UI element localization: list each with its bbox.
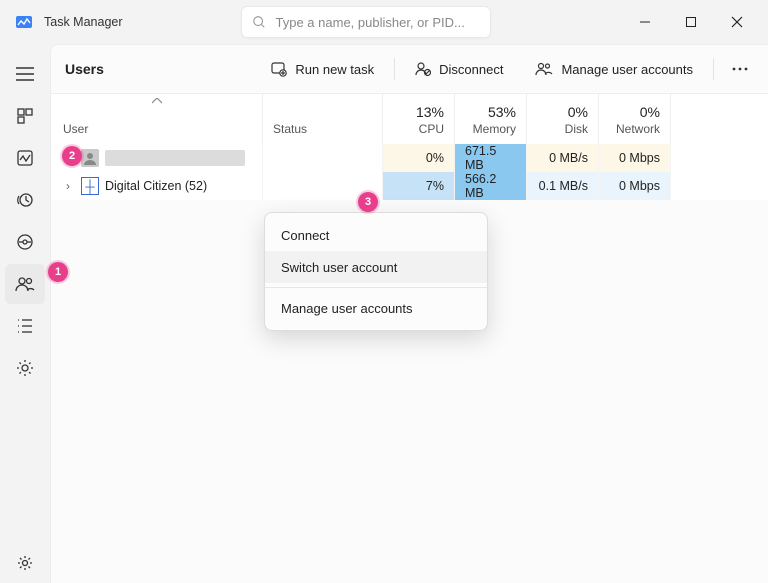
nav-performance[interactable] (5, 138, 45, 178)
titlebar: Task Manager Type a name, publisher, or … (0, 0, 768, 44)
cell-disk: 0.1 MB/s (527, 172, 599, 200)
task-manager-window: Task Manager Type a name, publisher, or … (0, 0, 768, 583)
run-task-icon (271, 61, 287, 77)
menu-manage-users-label: Manage user accounts (281, 301, 413, 316)
settings-button[interactable] (5, 543, 45, 583)
page-title: Users (65, 61, 104, 77)
run-new-task-label: Run new task (295, 62, 374, 77)
users-table: User Status 13% CPU 53% Memory (51, 93, 768, 200)
col-status-label: Status (273, 122, 372, 136)
col-user[interactable]: User (51, 94, 263, 144)
cell-network: 0 Mbps (599, 172, 671, 200)
toolbar: Users Run new task Disconnect (51, 45, 768, 93)
col-network-label: Network (616, 122, 660, 136)
col-disk[interactable]: 0% Disk (527, 94, 599, 144)
username: Digital Citizen (52) (105, 179, 207, 193)
menu-connect[interactable]: Connect (265, 219, 487, 251)
more-icon (732, 67, 748, 71)
col-network[interactable]: 0% Network (599, 94, 671, 144)
manage-user-accounts-button[interactable]: Manage user accounts (523, 51, 705, 87)
memory-total: 53% (488, 104, 516, 120)
nav-services[interactable] (5, 348, 45, 388)
disconnect-label: Disconnect (439, 62, 503, 77)
col-status[interactable]: Status (263, 94, 383, 144)
callout-3: 3 (358, 192, 378, 212)
close-button[interactable] (714, 6, 760, 38)
cell-disk: 0 MB/s (527, 144, 599, 172)
table-header: User Status 13% CPU 53% Memory (51, 94, 768, 144)
toolbar-divider (713, 58, 714, 80)
body: Users Run new task Disconnect (0, 44, 768, 583)
window-controls (622, 6, 760, 38)
expand-icon[interactable]: › (61, 179, 75, 193)
cell-user: ∨ (51, 144, 263, 172)
run-new-task-button[interactable]: Run new task (259, 51, 386, 87)
network-total: 0% (640, 104, 660, 120)
nav-app-history[interactable] (5, 180, 45, 220)
cell-cpu: 7% (383, 172, 455, 200)
cell-cpu: 0% (383, 144, 455, 172)
disconnect-icon (415, 61, 431, 77)
app-title: Task Manager (44, 15, 123, 29)
cell-user: › ┼ Digital Citizen (52) (51, 172, 263, 200)
avatar (81, 149, 99, 167)
menu-switch-user-label: Switch user account (281, 260, 397, 275)
cell-network: 0 Mbps (599, 144, 671, 172)
col-cpu-label: CPU (419, 122, 444, 136)
search-icon (252, 15, 266, 29)
col-disk-label: Disk (565, 122, 588, 136)
users-icon (535, 61, 553, 77)
col-cpu[interactable]: 13% CPU (383, 94, 455, 144)
user-context-menu: Connect Switch user account Manage user … (264, 212, 488, 331)
avatar: ┼ (81, 177, 99, 195)
menu-separator (265, 287, 487, 288)
cell-memory: 566.2 MB (455, 172, 527, 200)
minimize-button[interactable] (622, 6, 668, 38)
maximize-button[interactable] (668, 6, 714, 38)
cell-status (263, 144, 383, 172)
nav-details[interactable] (5, 306, 45, 346)
sort-asc-icon (152, 98, 162, 104)
cell-memory: 671.5 MB (455, 144, 527, 172)
callout-2: 2 (62, 146, 82, 166)
disk-total: 0% (568, 104, 588, 120)
content-area: Users Run new task Disconnect (50, 44, 768, 583)
username-redacted (105, 150, 245, 166)
hamburger-button[interactable] (5, 54, 45, 94)
nav-processes[interactable] (5, 96, 45, 136)
menu-connect-label: Connect (281, 228, 329, 243)
sidebar (0, 44, 50, 583)
table-row[interactable]: ∨ 0% 671.5 MB 0 MB/s 0 Mbps (51, 144, 768, 172)
menu-switch-user[interactable]: Switch user account (265, 251, 487, 283)
col-user-label: User (63, 122, 252, 136)
search-input[interactable]: Type a name, publisher, or PID... (241, 6, 491, 38)
nav-users[interactable] (5, 264, 45, 304)
callout-1: 1 (48, 262, 68, 282)
col-memory-label: Memory (473, 122, 516, 136)
nav-startup-apps[interactable] (5, 222, 45, 262)
toolbar-divider (394, 58, 395, 80)
app-icon (14, 12, 34, 32)
table-row[interactable]: › ┼ Digital Citizen (52) 7% 566.2 MB 0.1… (51, 172, 768, 200)
disconnect-button[interactable]: Disconnect (403, 51, 515, 87)
menu-manage-users[interactable]: Manage user accounts (265, 292, 487, 324)
more-options-button[interactable] (722, 51, 758, 87)
manage-users-label: Manage user accounts (561, 62, 693, 77)
search-placeholder: Type a name, publisher, or PID... (276, 15, 465, 30)
cpu-total: 13% (416, 104, 444, 120)
col-memory[interactable]: 53% Memory (455, 94, 527, 144)
